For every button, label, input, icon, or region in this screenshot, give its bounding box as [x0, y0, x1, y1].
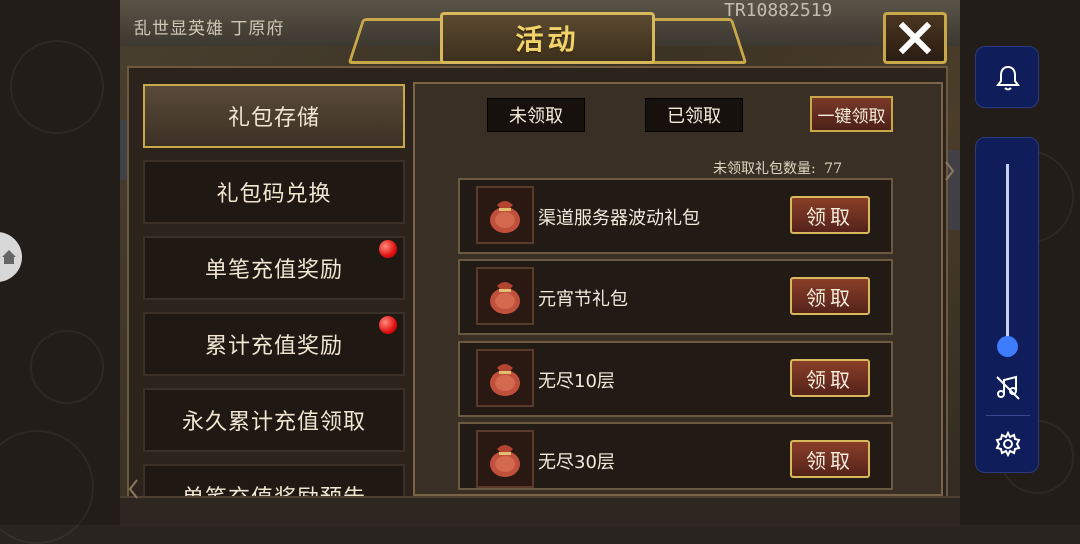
claim-label: 领取	[806, 448, 854, 473]
claim-label: 领取	[806, 285, 854, 310]
scroll-left-arrow-icon[interactable]	[127, 478, 139, 500]
volume-slider-knob[interactable]	[997, 336, 1018, 357]
claim-button[interactable]: 领取	[790, 440, 870, 478]
swirl-decoration	[10, 40, 104, 134]
gift-name: 无尽10层	[538, 371, 615, 392]
activity-sidebar[interactable]: 礼包存储 礼包码兑换 单笔充值奖励 累计充值奖励 永久累计充值领取 单笔充值奖励…	[143, 82, 405, 496]
tab-gift-storage[interactable]: 礼包存储	[143, 84, 405, 148]
tab-permanent-cumulative-recharge[interactable]: 永久累计充值领取	[143, 388, 405, 452]
swirl-decoration	[0, 430, 94, 544]
panel-base	[120, 496, 960, 527]
notification-dot	[379, 316, 397, 334]
swirl-decoration	[30, 330, 104, 404]
tab-label: 累计充值奖励	[204, 334, 343, 359]
tab-gift-code-redeem[interactable]: 礼包码兑换	[143, 160, 405, 224]
close-icon	[898, 21, 932, 55]
gift-name: 元宵节礼包	[538, 289, 628, 310]
gift-bag-icon	[476, 186, 534, 244]
claim-all-button[interactable]: 一键领取	[810, 96, 893, 132]
gift-row: 元宵节礼包 领取	[458, 259, 893, 335]
tab-single-recharge-reward[interactable]: 单笔充值奖励	[143, 236, 405, 300]
unclaimed-count: 未领取礼包数量: 77	[713, 158, 842, 178]
claim-button[interactable]: 领取	[790, 196, 870, 234]
gift-bag-icon	[476, 267, 534, 325]
tab-label: 礼包存储	[227, 106, 320, 131]
filter-label: 未领取	[509, 106, 563, 127]
gift-name: 渠道服务器波动礼包	[538, 208, 700, 229]
title-banner: 活动	[440, 12, 655, 64]
filter-label: 已领取	[667, 106, 721, 127]
game-location-title: 乱世显英雄 丁原府	[134, 19, 285, 39]
notification-float-button[interactable]	[975, 46, 1039, 108]
media-control-panel	[975, 137, 1039, 473]
gift-name: 无尽30层	[538, 452, 615, 473]
panel-divider	[986, 415, 1030, 416]
gift-bag-icon	[476, 430, 534, 488]
tab-label: 单笔充值奖励	[204, 258, 343, 283]
tab-cumulative-recharge-reward[interactable]: 累计充值奖励	[143, 312, 405, 376]
claim-label: 领取	[806, 367, 854, 392]
bell-icon	[996, 65, 1020, 91]
notification-dot	[379, 240, 397, 258]
dialog-title: 活动	[515, 23, 580, 56]
gift-row: 无尽30层 领取	[458, 422, 893, 490]
tab-label: 礼包码兑换	[216, 182, 332, 207]
gift-row: 渠道服务器波动礼包 领取	[458, 178, 893, 254]
player-id-label: TR10882519	[724, 0, 833, 21]
filter-unclaimed-button[interactable]: 未领取	[487, 98, 585, 132]
music-off-icon[interactable]	[994, 374, 1022, 402]
claim-label: 领取	[806, 204, 854, 229]
claim-button[interactable]: 领取	[790, 277, 870, 315]
title-plaque: 活动	[347, 12, 748, 64]
gear-icon[interactable]	[994, 430, 1022, 458]
gift-row: 无尽10层 领取	[458, 341, 893, 417]
tab-label: 永久累计充值领取	[181, 410, 366, 435]
claim-all-label: 一键领取	[817, 106, 886, 127]
tab-single-recharge-preview[interactable]: 单笔充值奖励预告	[143, 464, 405, 496]
tab-label: 单笔充值奖励预告	[182, 480, 366, 496]
home-icon	[2, 250, 16, 264]
unclaimed-count-label: 未领取礼包数量:	[713, 161, 816, 177]
claim-button[interactable]: 领取	[790, 359, 870, 397]
close-button[interactable]	[883, 12, 947, 64]
filter-claimed-button[interactable]: 已领取	[645, 98, 743, 132]
unclaimed-count-value: 77	[824, 161, 842, 177]
volume-slider-track[interactable]	[1006, 164, 1009, 346]
gift-bag-icon	[476, 349, 534, 407]
scroll-right-arrow-icon[interactable]	[944, 160, 956, 182]
